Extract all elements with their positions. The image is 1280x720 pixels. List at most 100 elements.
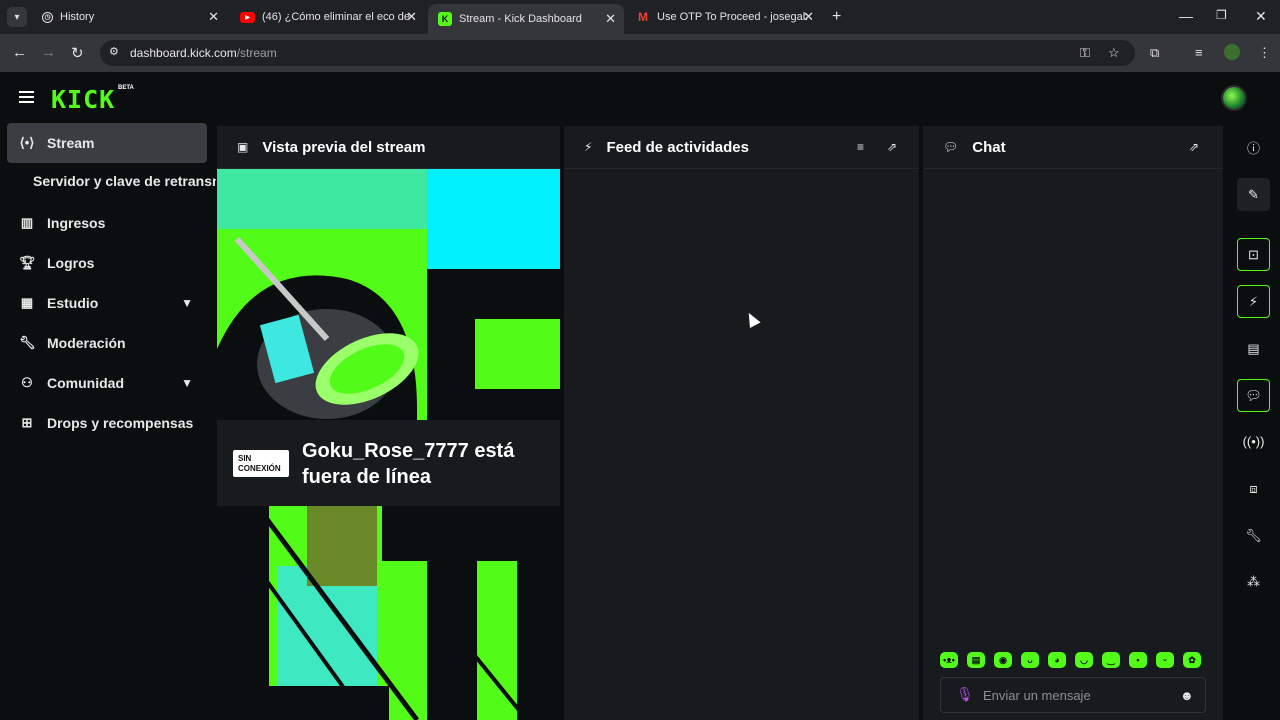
profile-avatar-icon[interactable] (1224, 44, 1240, 60)
close-icon[interactable]: ✕ (208, 9, 219, 25)
sidebar-item-label: Comunidad (47, 375, 124, 391)
stream-preview-image (217, 169, 560, 420)
chat-message-input[interactable] (983, 687, 1173, 703)
forward-icon[interactable]: → (41, 44, 56, 61)
offline-banner-art (217, 169, 560, 420)
tab-history[interactable]: ◷ History ✕ (32, 4, 227, 30)
sidebar-item-label: Logros (47, 255, 95, 271)
sidebar-item-estudio[interactable]: ▦ Estudio ▼ (7, 283, 207, 323)
tab-title: Use OTP To Proceed - josegabri (657, 11, 807, 23)
emote-icon[interactable]: ◡ (1075, 652, 1093, 668)
tab-youtube[interactable]: ▶ (46) ¿Cómo eliminar el eco de a ✕ (230, 4, 425, 30)
sidebar-item-label: Moderación (47, 335, 126, 351)
sidebar-item-comunidad[interactable]: ⚇ Comunidad ▼ (7, 363, 207, 403)
more-menu-icon[interactable]: ⋮ (1258, 45, 1271, 61)
kick-logo[interactable]: KICK (51, 85, 115, 114)
chart-icon: ▥ (20, 215, 34, 230)
edit-icon[interactable]: ✎ (1237, 178, 1270, 211)
sidebar-item-label: Drops y recompensas (47, 415, 194, 431)
emote-icon[interactable]: ◉ (994, 652, 1012, 668)
wrench-icon: 🔧︎ (19, 335, 36, 350)
sidebar-item-stream[interactable]: ⟨•⟩ Stream (7, 123, 207, 163)
stream-preview-image-bottom (217, 506, 560, 720)
tools-icon[interactable]: 🔧︎ (1237, 519, 1270, 552)
new-tab-button[interactable]: + (832, 8, 841, 26)
close-icon[interactable]: ✕ (406, 9, 417, 25)
emoji-picker-icon[interactable]: ☻ (1180, 688, 1194, 703)
kick-icon: K (438, 12, 452, 26)
site-settings-icon[interactable]: ⚙ (109, 45, 119, 58)
stream-preview-toggle-icon[interactable]: ⊡ (1237, 238, 1270, 271)
emote-icon[interactable]: ▤ (967, 652, 985, 668)
emote-icon[interactable]: ᴗ (1021, 652, 1039, 668)
window-close-icon[interactable]: ✕ (1255, 8, 1267, 25)
emote-icon[interactable]: ‿ (1102, 652, 1120, 668)
tab-title: (46) ¿Cómo eliminar el eco de a (262, 11, 412, 23)
broadcast-icon[interactable]: ((•)) (1237, 425, 1270, 458)
notes-icon[interactable]: ▤ (1237, 332, 1270, 365)
url-host: dashboard.kick.com (130, 46, 237, 60)
sidebar-item-moderacion[interactable]: 🔧︎ Moderación (7, 323, 207, 363)
right-toolbar (1229, 126, 1280, 720)
bookmark-star-icon[interactable]: ☆ (1108, 45, 1120, 61)
history-icon: ◷ (42, 11, 53, 23)
chat-toggle-icon[interactable]: 💬︎ (1237, 379, 1270, 412)
emote-icon[interactable]: • (1129, 652, 1147, 668)
back-icon[interactable]: ← (12, 44, 27, 61)
filter-icon[interactable]: ≡ (857, 140, 864, 154)
sidebar-item-server-key[interactable]: Servidor y clave de retransmisión (33, 173, 216, 189)
lightning-icon: ⚡︎ (584, 140, 593, 154)
popout-icon[interactable]: ⇗ (1189, 140, 1199, 154)
panel-header: ⚡︎ Feed de actividades ≡ ⇗ (564, 126, 919, 169)
reload-icon[interactable]: ↻ (71, 44, 84, 62)
stream-icon: ⟨•⟩ (19, 135, 35, 150)
microphone-icon[interactable]: 🎙︎ (956, 686, 974, 703)
activity-feed-panel: ⚡︎ Feed de actividades ≡ ⇗ (564, 126, 919, 720)
chat-input-box[interactable] (940, 677, 1206, 713)
tab-search-icon[interactable]: ▾ (7, 7, 27, 27)
offline-badge: SIN CONEXIÓN (233, 450, 289, 477)
tab-gmail[interactable]: M Use OTP To Proceed - josegabri ✕ (626, 4, 822, 30)
sidebar-item-logros[interactable]: 🏆︎ Logros (7, 243, 207, 283)
emote-icon[interactable]: ᵕ (1156, 652, 1174, 668)
offline-message: Goku_Rose_7777 está fuera de línea (302, 440, 515, 488)
video-preview-icon: ▣ (237, 140, 249, 154)
panel-title: Chat (972, 138, 1006, 156)
panel-title: Feed de actividades (606, 138, 749, 156)
sidebar-item-label: Estudio (47, 295, 99, 311)
maximize-icon[interactable]: ❐ (1216, 8, 1227, 22)
gmail-icon: M (638, 10, 648, 24)
trophy-icon: 🏆︎ (19, 255, 36, 270)
info-icon[interactable]: ⓘ (1237, 131, 1270, 164)
beta-badge: BETA (118, 85, 134, 91)
url-field[interactable]: dashboard.kick.com/stream (100, 40, 1135, 66)
key-icon[interactable]: ⚿ (1080, 45, 1090, 61)
minimize-icon[interactable]: — (1179, 8, 1193, 24)
close-icon[interactable]: ✕ (605, 11, 616, 27)
extensions-icon[interactable]: ⧉ (1150, 45, 1159, 61)
chat-panel: 💬︎ Chat ⇗ (923, 126, 1223, 720)
youtube-icon: ▶ (240, 11, 255, 23)
offline-banner-art-bottom (217, 506, 560, 720)
emote-icon[interactable]: •ᴥ• (940, 652, 958, 668)
sidebar-item-drops[interactable]: ⊞ Drops y recompensas (7, 403, 207, 443)
community-icon: ⚇ (21, 375, 33, 390)
video-layout-icon[interactable]: ⧈ (1237, 472, 1270, 505)
sidebar-item-label: Ingresos (47, 215, 106, 231)
emote-icon[interactable]: ✿ (1183, 652, 1201, 668)
user-avatar[interactable] (1221, 85, 1247, 111)
hamburger-menu-icon[interactable] (19, 91, 34, 103)
share-icon[interactable]: ⁂ (1237, 565, 1270, 598)
studio-icon: ▦ (20, 295, 34, 310)
activity-feed-toggle-icon[interactable]: ⚡︎ (1237, 285, 1270, 318)
emote-quick-bar: •ᴥ• ▤ ◉ ᴗ ◕ ◡ ‿ • ᵕ ✿ (940, 652, 1210, 672)
tab-kick-dashboard[interactable]: K Stream - Kick Dashboard ✕ (428, 4, 624, 34)
media-controls-icon[interactable]: ≡ (1195, 45, 1203, 60)
chat-bubble-icon: 💬︎ (943, 140, 959, 154)
tab-title: Stream - Kick Dashboard (459, 13, 582, 25)
emote-icon[interactable]: ◕ (1048, 652, 1066, 668)
close-icon[interactable]: ✕ (803, 9, 814, 25)
popout-icon[interactable]: ⇗ (887, 140, 897, 154)
sidebar-item-label: Stream (47, 135, 95, 151)
sidebar-item-ingresos[interactable]: ▥ Ingresos (7, 203, 207, 243)
